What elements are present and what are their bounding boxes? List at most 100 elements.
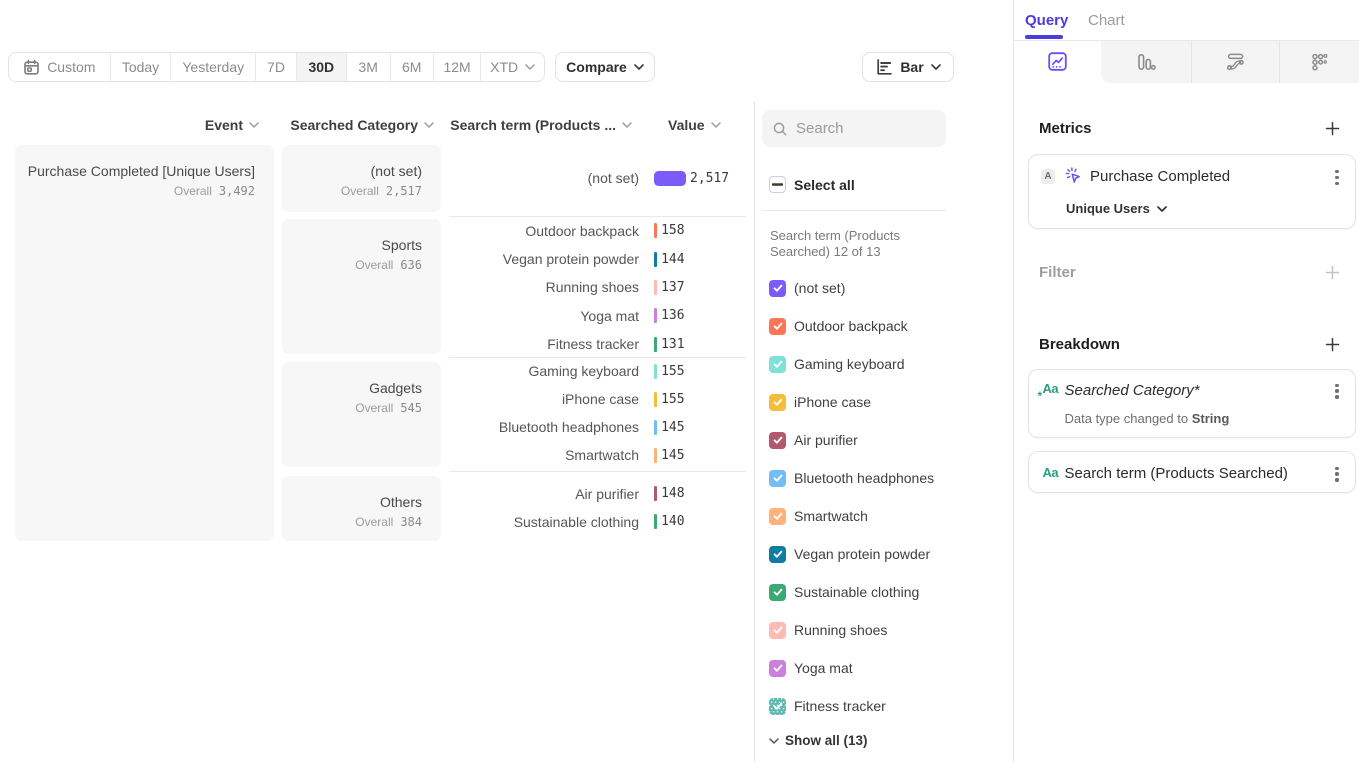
legend-item-smartwatch[interactable]: Smartwatch [769, 507, 868, 525]
breakdown-title: Breakdown [1039, 336, 1120, 353]
term-row[interactable]: Yoga mat 136 [0, 302, 1359, 330]
term-row[interactable]: Running shoes 137 [0, 273, 1359, 301]
term-value: 144 [661, 245, 684, 273]
date-range-30d[interactable]: 30D [297, 53, 347, 81]
term-value: 148 [661, 480, 684, 508]
plus-icon [1327, 267, 1339, 279]
chevron-down-icon [711, 122, 721, 128]
breakdown-card-search-term[interactable]: Aa Search term (Products Searched) [1028, 451, 1356, 493]
legend-checkbox[interactable] [769, 318, 786, 335]
term-label: Outdoor backpack [449, 217, 639, 245]
legend-item-label: Air purifier [794, 432, 858, 448]
select-all-row[interactable]: Select all [769, 176, 855, 194]
legend-item-yoga-mat[interactable]: Yoga mat [769, 659, 853, 677]
report-tab-insights[interactable] [1013, 41, 1102, 84]
date-range-12m[interactable]: 12M [434, 53, 481, 81]
legend-checkbox[interactable] [769, 508, 786, 525]
add-metric-button[interactable] [1325, 121, 1340, 136]
value-bar [654, 223, 657, 238]
column-header-searched-category[interactable]: Searched Category [290, 117, 434, 133]
legend-item-label: Fitness tracker [794, 698, 886, 714]
term-row[interactable]: Sustainable clothing 140 [0, 508, 1359, 536]
value-bar [654, 514, 657, 529]
legend-item-iphone-case[interactable]: iPhone case [769, 393, 871, 411]
report-tab-flows[interactable] [1191, 41, 1280, 84]
column-header-event[interactable]: Event [205, 117, 259, 133]
term-value: 145 [661, 441, 684, 469]
value-bar [654, 420, 657, 435]
aggregation-selector[interactable]: Unique Users [1066, 201, 1167, 216]
legend-item-air-purifier[interactable]: Air purifier [769, 431, 858, 449]
legend-item-vegan-protein-powder[interactable]: Vegan protein powder [769, 545, 930, 563]
column-header-value[interactable]: Value [668, 117, 721, 133]
breakdown-property-name[interactable]: Search term (Products Searched) [1065, 465, 1288, 482]
tab-chart[interactable]: Chart [1088, 12, 1125, 29]
search-icon [772, 121, 788, 137]
check-icon [772, 700, 784, 712]
date-range-yesterday[interactable]: Yesterday [171, 53, 256, 81]
metric-card[interactable]: A Purchase Completed Unique Users [1028, 154, 1356, 229]
plus-icon [1327, 339, 1339, 351]
legend-item-bluetooth-headphones[interactable]: Bluetooth headphones [769, 469, 934, 487]
legend-item-sustainable-clothing[interactable]: Sustainable clothing [769, 583, 919, 601]
legend-divider [762, 210, 946, 211]
term-label: Bluetooth headphones [449, 413, 639, 441]
term-label: Gaming keyboard [449, 357, 639, 385]
add-breakdown-button[interactable] [1325, 337, 1340, 352]
term-row[interactable]: Vegan protein powder 144 [0, 245, 1359, 273]
column-header-search-term[interactable]: Search term (Products ... [450, 117, 632, 133]
funnels-icon [1136, 52, 1156, 72]
legend-item-label: Vegan protein powder [794, 546, 930, 562]
legend-search [762, 110, 946, 147]
value-bar [654, 280, 657, 295]
term-row[interactable]: Fitness tracker 131 [0, 330, 1359, 358]
legend-item-outdoor-backpack[interactable]: Outdoor backpack [769, 317, 908, 335]
retention-icon [1309, 52, 1329, 72]
chart-type-button[interactable]: Bar [862, 52, 954, 82]
check-icon [772, 624, 784, 636]
legend-item-running-shoes[interactable]: Running shoes [769, 621, 887, 639]
legend-checkbox[interactable] [769, 698, 786, 715]
date-range-custom[interactable]: Custom [9, 53, 111, 81]
breakdown-menu-kebab[interactable] [1333, 384, 1341, 399]
legend-checkbox[interactable] [769, 660, 786, 677]
legend-checkbox[interactable] [769, 432, 786, 449]
legend-item-gaming-keyboard[interactable]: Gaming keyboard [769, 355, 905, 373]
report-tab-retention[interactable] [1279, 41, 1359, 84]
breakdown-menu-kebab[interactable] [1333, 467, 1341, 482]
legend-checkbox[interactable] [769, 280, 786, 297]
legend-item--not-set-[interactable]: (not set) [769, 279, 845, 297]
check-icon [772, 472, 784, 484]
legend-checkbox[interactable] [769, 394, 786, 411]
legend-item-fitness-tracker[interactable]: Fitness tracker [769, 697, 886, 715]
string-property-icon: Aa* [1043, 381, 1061, 399]
string-property-icon: Aa [1043, 465, 1061, 483]
show-all-toggle[interactable]: Show all (13) [769, 733, 868, 748]
breakdown-card-searched-category[interactable]: Aa* Searched Category* Data type changed… [1028, 369, 1356, 438]
date-range-today[interactable]: Today [111, 53, 172, 81]
legend-checkbox[interactable] [769, 622, 786, 639]
value-bar [654, 308, 657, 323]
term-label: Running shoes [449, 273, 639, 301]
compare-button[interactable]: Compare [555, 52, 655, 82]
date-range-6m[interactable]: 6M [391, 53, 434, 81]
add-filter-button[interactable] [1325, 265, 1340, 280]
legend-checkbox[interactable] [769, 356, 786, 373]
legend-checkbox[interactable] [769, 470, 786, 487]
tab-query[interactable]: Query [1025, 12, 1068, 29]
date-range-7d[interactable]: 7D [256, 53, 297, 81]
metric-menu-kebab[interactable] [1333, 170, 1341, 185]
report-tab-funnels[interactable] [1102, 41, 1191, 84]
term-label: Vegan protein powder [449, 245, 639, 273]
chevron-down-icon [769, 738, 779, 744]
metric-event-name[interactable]: Purchase Completed [1090, 168, 1230, 185]
date-range-xtd[interactable]: XTD [481, 53, 544, 81]
search-input[interactable] [796, 120, 926, 137]
breakdown-property-name[interactable]: Searched Category* [1065, 382, 1200, 399]
select-all-checkbox[interactable] [769, 176, 786, 193]
select-all-label: Select all [794, 177, 855, 193]
legend-checkbox[interactable] [769, 546, 786, 563]
date-range-3m[interactable]: 3M [347, 53, 391, 81]
check-icon [772, 548, 784, 560]
legend-checkbox[interactable] [769, 584, 786, 601]
